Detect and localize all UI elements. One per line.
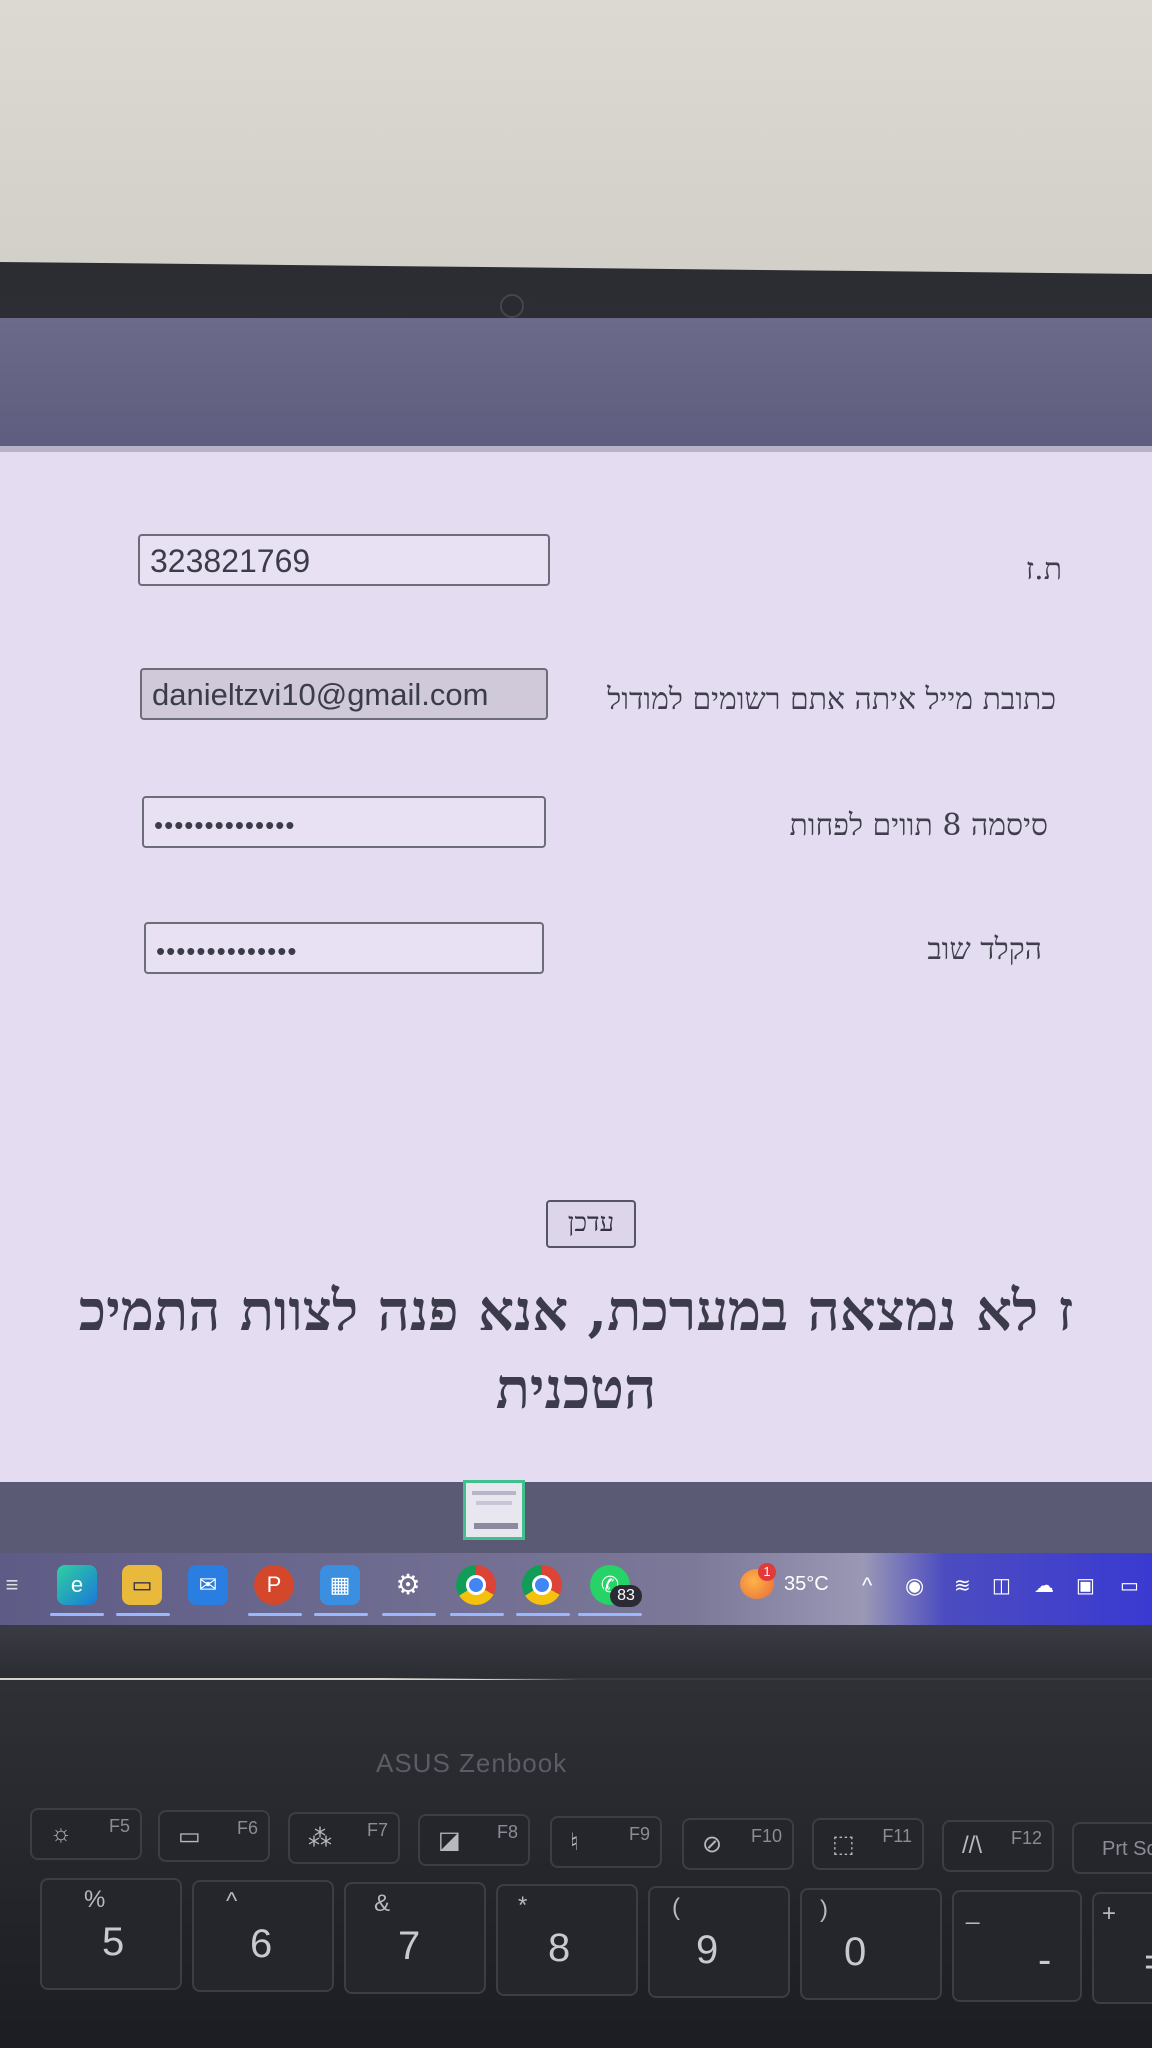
confirm-password-label: הקלד שוב <box>927 932 1042 967</box>
key-f12[interactable]: //\ F12 <box>942 1820 1054 1872</box>
mail-icon[interactable]: ✉ <box>188 1565 228 1605</box>
app-icon[interactable]: ▦ <box>320 1565 360 1605</box>
confirm-password-mask: •••••••••••••• <box>156 936 298 966</box>
key-8[interactable]: * 8 <box>496 1884 638 1996</box>
snip-icon: ⬚ <box>832 1831 855 1858</box>
id-input[interactable]: 323821769 <box>138 534 550 586</box>
key-f9[interactable]: ♮ F9 <box>550 1816 662 1868</box>
brand-label: ASUS Zenbook <box>376 1748 568 1778</box>
chrome-icon[interactable] <box>522 1565 562 1605</box>
key-f5[interactable]: ☼ F5 <box>30 1808 142 1860</box>
key-6[interactable]: ^ 6 <box>192 1880 334 1992</box>
key-prtsc[interactable]: Prt Sc <box>1072 1822 1152 1874</box>
onedrive-icon[interactable]: ☁ <box>1034 1573 1054 1598</box>
key-f11[interactable]: ⬚ F11 <box>812 1818 924 1870</box>
camera-off-icon: ⊘ <box>702 1831 723 1858</box>
webcam <box>500 294 524 318</box>
email-input[interactable]: danieltzvi10@gmail.com <box>140 668 548 720</box>
whatsapp-badge: 83 <box>610 1585 642 1607</box>
password-mask: •••••••••••••• <box>154 810 296 840</box>
temperature-text[interactable]: 35°C <box>784 1573 829 1596</box>
key-9[interactable]: ( 9 <box>648 1886 790 1998</box>
settings-icon[interactable]: ⚙ <box>388 1565 428 1605</box>
screen-bottom-bezel <box>0 1625 1152 1678</box>
chevron-up-icon[interactable]: ^ <box>862 1573 872 1599</box>
edge-icon[interactable]: e <box>57 1565 97 1605</box>
windows-taskbar: ≡ e ▭ ✉ P ▦ ⚙ ✆ 83 1 35°C ^ ◉ ≋ ◫ ☁ ▣ ▭ <box>0 1553 1152 1625</box>
error-message-line1: ז לא נמצאה במערכת, אנא פנה לצוות התמיכ <box>78 1278 1074 1344</box>
email-label: כתובת מייל איתה אתם רשומים למודול <box>607 682 1056 717</box>
meet-icon[interactable]: ◫ <box>992 1573 1011 1598</box>
key-0[interactable]: ) 0 <box>800 1888 942 2000</box>
registration-page: ת.ז 323821769 כתובת מייל איתה אתם רשומים… <box>0 446 1152 1482</box>
wall-background <box>0 0 1152 285</box>
password-label: סיסמה 8 תווים לפחות <box>789 808 1048 843</box>
screen-icon: ▭ <box>178 1823 201 1850</box>
laptop-screen: ת.ז 323821769 כתובת מייל איתה אתם רשומים… <box>0 318 1152 1678</box>
file-explorer-icon[interactable]: ▭ <box>122 1565 162 1605</box>
browser-top-area <box>0 318 1152 448</box>
error-message-line2: הטכנית <box>495 1356 657 1422</box>
error-message: ז לא נמצאה במערכת, אנא פנה לצוות התמיכ ה… <box>0 1272 1152 1428</box>
brightness-icon: ☼ <box>50 1820 72 1847</box>
chrome-icon[interactable] <box>456 1565 496 1605</box>
backlight-icon: ⁂ <box>308 1825 332 1852</box>
battery-icon[interactable]: ▭ <box>1120 1573 1139 1598</box>
mic-mute-icon: ♮ <box>570 1829 579 1856</box>
key-f10[interactable]: ⊘ F10 <box>682 1818 794 1870</box>
key-minus[interactable]: _ - <box>952 1890 1082 2002</box>
key-5[interactable]: % 5 <box>40 1878 182 1990</box>
project-icon: ◪ <box>438 1827 461 1854</box>
key-7[interactable]: & 7 <box>344 1882 486 1994</box>
display-icon[interactable]: ▣ <box>1076 1573 1095 1598</box>
task-view-icon[interactable]: ≡ <box>0 1565 24 1605</box>
powerpoint-icon[interactable]: P <box>254 1565 294 1605</box>
key-equals[interactable]: + = <box>1092 1892 1152 2004</box>
id-label: ת.ז <box>1025 552 1062 587</box>
confirm-password-input[interactable]: •••••••••••••• <box>144 922 544 974</box>
key-f7[interactable]: ⁂ F7 <box>288 1812 400 1864</box>
window-preview-thumbnail[interactable] <box>463 1480 525 1540</box>
key-f6[interactable]: ▭ F6 <box>158 1810 270 1862</box>
key-f8[interactable]: ◪ F8 <box>418 1814 530 1866</box>
myasus-icon: //\ <box>962 1832 983 1859</box>
wifi-icon[interactable]: ≋ <box>954 1573 971 1598</box>
update-button[interactable]: עדכן <box>546 1200 636 1248</box>
weather-badge: 1 <box>758 1563 776 1581</box>
password-input[interactable]: •••••••••••••• <box>142 796 546 848</box>
record-icon[interactable]: ◉ <box>905 1573 924 1599</box>
